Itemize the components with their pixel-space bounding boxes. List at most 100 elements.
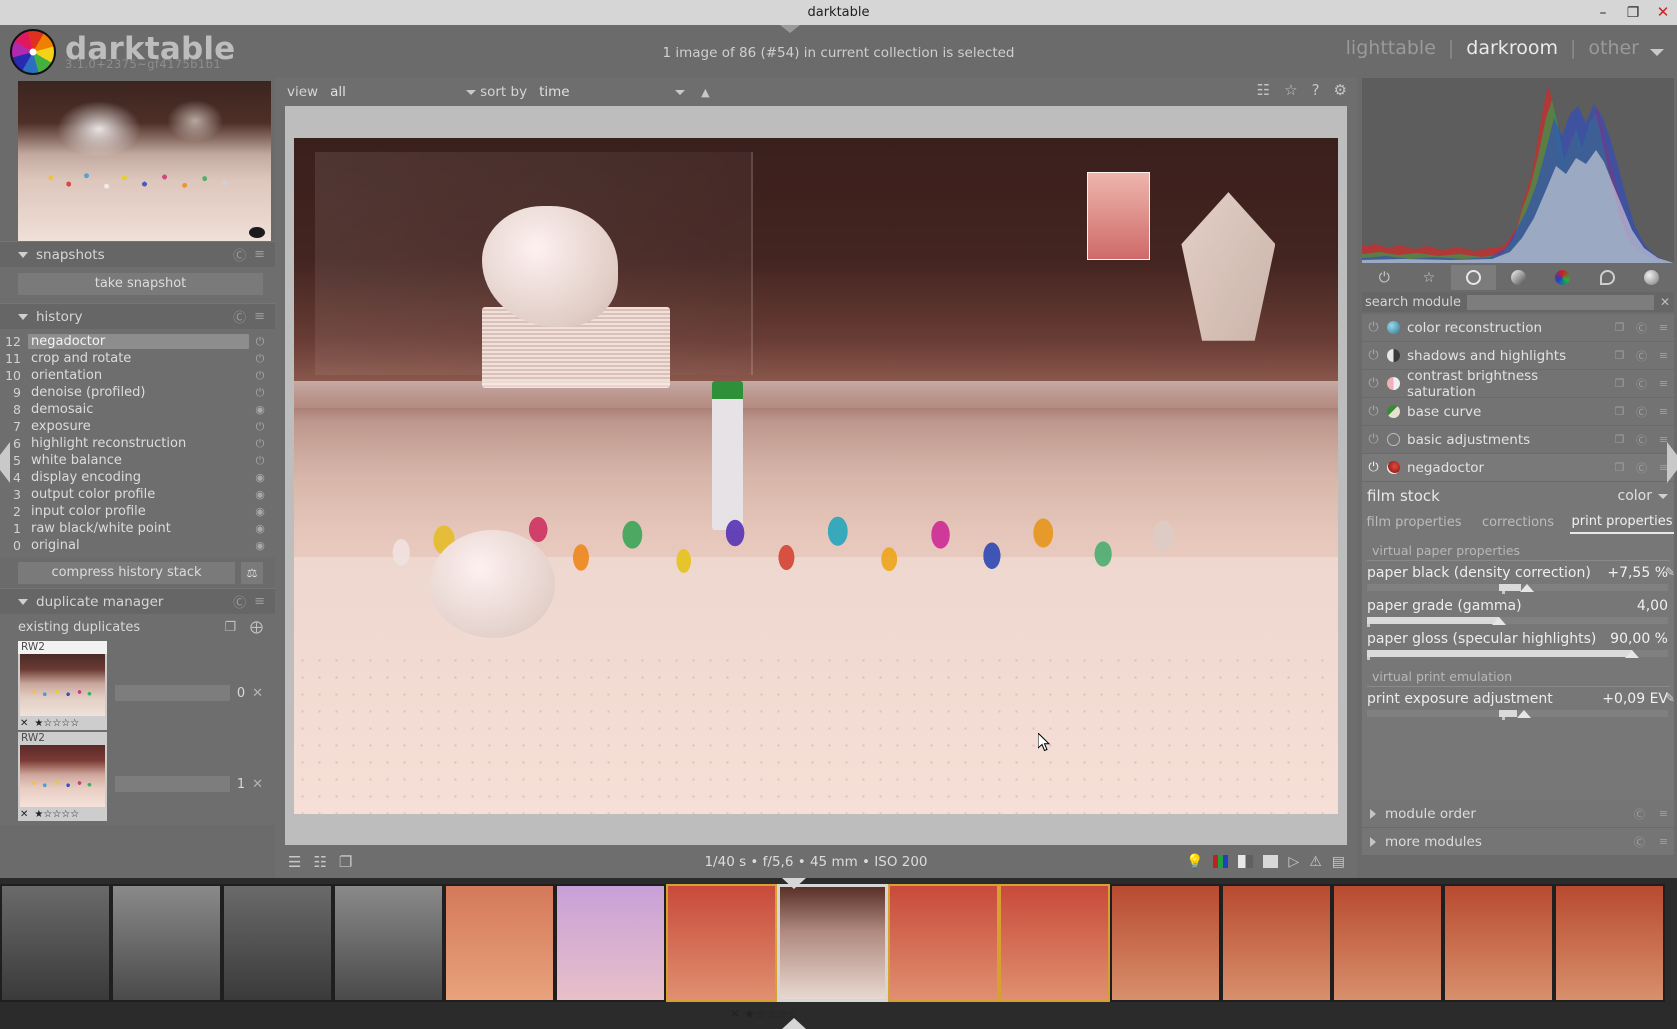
filmstrip-thumb[interactable] — [1443, 884, 1554, 1002]
tab-effects[interactable] — [1629, 265, 1674, 290]
history-item-original[interactable]: 0 original ◉ — [0, 537, 271, 554]
history-item-raw-black-white-point[interactable]: 1 raw black/white point ◉ — [0, 520, 271, 537]
view-dropdown-caret-icon[interactable] — [1650, 49, 1664, 56]
focus-peaking-icon[interactable]: 💡 — [1186, 854, 1203, 870]
slider-track[interactable] — [1367, 584, 1668, 594]
left-panel-collapse-handle[interactable] — [0, 442, 10, 483]
sort-direction-icon[interactable]: ▲ — [701, 86, 709, 99]
filmstrip-thumb[interactable] — [111, 884, 222, 1002]
circle-icon[interactable]: ◉ — [249, 522, 271, 535]
presets-icon[interactable]: ≡ — [1656, 807, 1671, 820]
grayscale-icon[interactable] — [1238, 855, 1254, 868]
duplicate-add-icon[interactable]: ⨁ — [250, 620, 263, 635]
multi-instance-icon[interactable]: ❐ — [1612, 321, 1627, 334]
duplicate-star-rating[interactable]: ★☆☆☆☆ — [34, 809, 79, 820]
slider-track[interactable] — [1367, 617, 1668, 627]
histogram[interactable] — [1362, 78, 1674, 263]
slider-track[interactable] — [1367, 650, 1668, 660]
slider-thumb[interactable] — [1492, 617, 1507, 625]
view-other[interactable]: other — [1588, 37, 1639, 59]
module-base-curve[interactable]: ⏻ base curve ❐ Ⓒ ≡ — [1362, 398, 1674, 426]
reset-icon[interactable]: Ⓒ — [1634, 404, 1649, 420]
multi-instance-icon[interactable]: ❐ — [1612, 461, 1627, 474]
history-item-output-color-profile[interactable]: 3 output color profile ◉ — [0, 486, 271, 503]
filmstrip-thumb[interactable] — [333, 884, 444, 1002]
duplicate-thumbnail[interactable]: RW2 ✕ ★☆☆☆☆ — [18, 732, 107, 821]
slider-thumb[interactable] — [1624, 650, 1639, 658]
duplicate-manager-panel-header[interactable]: duplicate manager Ⓒ ≡ — [0, 588, 275, 614]
history-item-denoise-profiled[interactable]: 9 denoise (profiled) ⏻ — [0, 384, 271, 401]
tab-favorites[interactable]: ☆ — [1407, 265, 1452, 290]
snapshots-presets-icon[interactable]: ≡ — [254, 247, 265, 262]
power-icon[interactable]: ⏻ — [1367, 348, 1380, 363]
duplicate-rating[interactable]: ✕ ★☆☆☆☆ — [18, 807, 107, 821]
reset-icon[interactable]: Ⓒ — [1634, 460, 1649, 476]
history-item-input-color-profile[interactable]: 2 input color profile ◉ — [0, 503, 271, 520]
filmstrip[interactable]: ✕ ★☆☆☆☆ — [0, 878, 1677, 1029]
tab-technical[interactable] — [1451, 265, 1496, 290]
history-reset-icon[interactable]: Ⓒ — [233, 307, 246, 326]
filmstrip-star-rating[interactable]: ★☆☆☆☆ — [744, 1007, 798, 1021]
reset-icon[interactable]: Ⓒ — [1634, 376, 1649, 392]
presets-icon[interactable]: ≡ — [1656, 321, 1671, 334]
filmstrip-thumb-current[interactable] — [777, 884, 888, 1002]
filmstrip-thumb[interactable] — [444, 884, 555, 1002]
film-stock-row[interactable]: film stock color — [1362, 482, 1674, 510]
power-icon[interactable]: ⏻ — [249, 437, 271, 451]
help-icon[interactable]: ? — [1312, 81, 1320, 99]
history-item-highlight-reconstruction[interactable]: 6 highlight reconstruction ⏻ — [0, 435, 271, 452]
reset-icon[interactable]: Ⓒ — [1634, 320, 1649, 336]
history-item-negadoctor[interactable]: 12 negadoctor ⏻ — [0, 333, 271, 350]
slider-paper-grade[interactable]: paper grade (gamma) 4,00 — [1362, 594, 1674, 627]
tab-tone[interactable] — [1496, 265, 1541, 290]
history-panel-header[interactable]: history Ⓒ ≡ — [0, 303, 275, 329]
header-collapse-arrow-icon[interactable] — [780, 25, 800, 33]
filmstrip-thumb[interactable] — [1554, 884, 1665, 1002]
history-item-orientation[interactable]: 10 orientation ⏻ — [0, 367, 271, 384]
clear-icon[interactable]: ✕ — [1660, 295, 1672, 309]
tab-correction[interactable] — [1585, 265, 1630, 290]
module-contrast-brightness-saturation[interactable]: ⏻ contrast brightness saturation ❐ Ⓒ ≡ — [1362, 368, 1674, 400]
filmstrip-rating[interactable]: ✕ ★☆☆☆☆ — [730, 1007, 798, 1021]
tab-film-properties[interactable]: film properties — [1362, 510, 1466, 534]
power-icon[interactable]: ⏻ — [249, 386, 271, 400]
filmstrip-thumb[interactable] — [0, 884, 111, 1002]
duplicate-manager-presets-icon[interactable]: ≡ — [254, 594, 265, 609]
view-darkroom[interactable]: darkroom — [1466, 37, 1558, 59]
filmstrip-reject-icon[interactable]: ✕ — [730, 1007, 740, 1021]
duplicate-name-field[interactable] — [115, 776, 230, 792]
raw-overexposed-icon[interactable]: ▤ — [1332, 854, 1345, 870]
more-modules-row[interactable]: more modules Ⓒ ≡ — [1362, 828, 1674, 856]
circle-icon[interactable]: ◉ — [249, 488, 271, 501]
duplicate-name-field[interactable] — [115, 685, 230, 701]
reset-icon[interactable]: Ⓒ — [1632, 806, 1647, 822]
presets-icon[interactable]: ≡ — [1656, 377, 1671, 390]
slider-paper-gloss[interactable]: paper gloss (specular highlights) 90,00 … — [1362, 627, 1674, 660]
filmstrip-thumb-selected[interactable] — [666, 884, 777, 1002]
right-panel-collapse-handle[interactable] — [1667, 442, 1677, 483]
circle-icon[interactable]: ◉ — [249, 505, 271, 518]
slider-thumb[interactable] — [1519, 584, 1534, 592]
search-module-input[interactable] — [1467, 294, 1654, 310]
take-snapshot-button[interactable]: take snapshot — [18, 273, 263, 295]
color-picker-icon[interactable]: ✎ — [1665, 691, 1674, 705]
warning-icon[interactable]: ⚠ — [1309, 854, 1322, 870]
duplicate-reject-icon[interactable]: ✕ — [20, 809, 28, 820]
maximize-button[interactable]: ❐ — [1625, 5, 1641, 21]
reset-icon[interactable]: Ⓒ — [1634, 432, 1649, 448]
color-picker-icon[interactable]: ✎ — [1665, 565, 1674, 579]
compress-history-stack-button[interactable]: compress history stack — [18, 562, 235, 584]
power-icon[interactable]: ⏻ — [1367, 432, 1380, 447]
duplicate-item[interactable]: RW2 ✕ ★☆☆☆☆ 0 ✕ — [18, 641, 263, 730]
reset-icon[interactable]: Ⓒ — [1634, 348, 1649, 364]
module-negadoctor-header[interactable]: ⏻ negadoctor ❐ Ⓒ ≡ — [1362, 454, 1674, 482]
power-icon[interactable]: ⏻ — [1367, 376, 1380, 391]
duplicate-copy-icon[interactable]: ❐ — [224, 620, 236, 635]
duplicate-delete-icon[interactable]: ✕ — [252, 777, 263, 792]
minimize-button[interactable]: – — [1595, 5, 1611, 21]
slider-track[interactable] — [1367, 710, 1668, 720]
filmstrip-thumb-selected[interactable] — [999, 884, 1110, 1002]
reset-icon[interactable]: Ⓒ — [1632, 834, 1647, 850]
circle-icon[interactable]: ◉ — [249, 403, 271, 416]
duplicate-item[interactable]: RW2 ✕ ★☆☆☆☆ 1 ✕ — [18, 732, 263, 821]
